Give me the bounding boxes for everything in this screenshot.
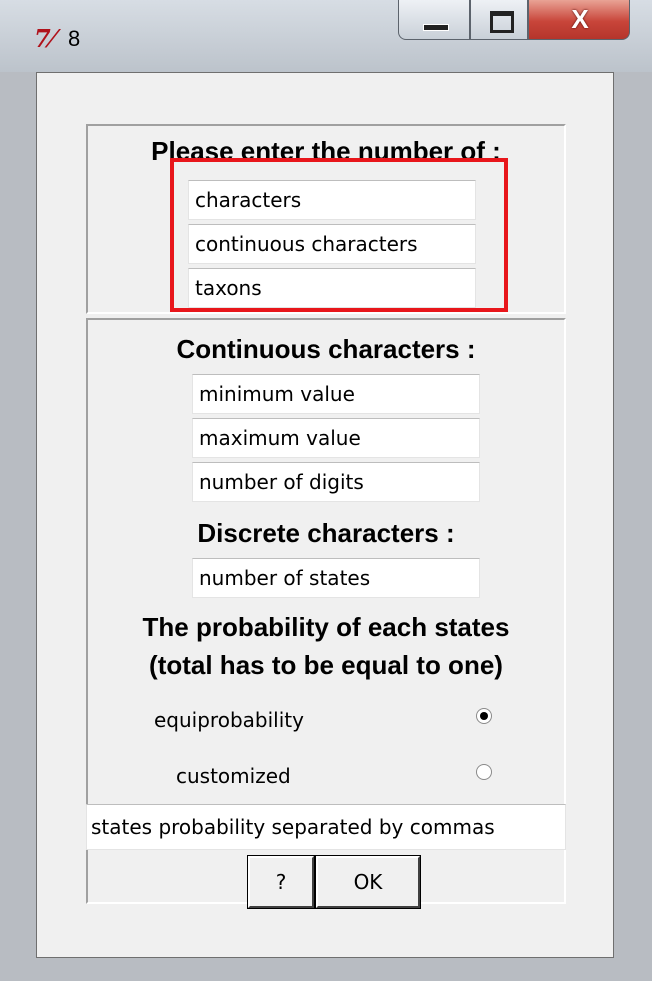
customized-radio[interactable] [476, 764, 492, 780]
probability-heading-line2: (total has to be equal to one) [149, 650, 503, 680]
taxons-input[interactable]: taxons [188, 268, 476, 308]
equiprobability-label: equiprobability [154, 708, 304, 732]
maximum-value-input[interactable]: maximum value [192, 418, 480, 458]
continuous-characters-input[interactable]: continuous characters [188, 224, 476, 264]
tk-feather-icon: 7⁄ [34, 24, 55, 53]
ok-button[interactable]: OK [315, 855, 421, 909]
maximize-icon [490, 11, 514, 33]
customized-label: customized [176, 764, 291, 788]
minimize-button[interactable] [398, 0, 470, 40]
number-of-states-input[interactable]: number of states [192, 558, 480, 598]
window-title: 8 [68, 26, 81, 51]
states-probability-input[interactable]: states probability separated by commas [86, 804, 566, 850]
window-controls: X [398, 0, 630, 42]
close-button[interactable]: X [528, 0, 630, 40]
app-window: 7⁄ 8 X Please enter the number of : char… [0, 0, 652, 981]
minimize-icon [423, 24, 449, 31]
count-heading: Please enter the number of : [151, 136, 501, 166]
minimum-value-input[interactable]: minimum value [192, 374, 480, 414]
close-icon: X [571, 4, 589, 34]
help-button[interactable]: ? [247, 855, 315, 909]
maximize-button[interactable] [470, 0, 528, 40]
discrete-heading: Discrete characters : [197, 518, 455, 548]
title-bar[interactable]: 7⁄ 8 X [0, 0, 652, 72]
equiprobability-radio[interactable] [476, 708, 492, 724]
characters-input[interactable]: characters [188, 180, 476, 220]
radio-selected-dot [480, 712, 488, 720]
continuous-heading: Continuous characters : [176, 334, 476, 364]
probability-heading-line1: The probability of each states [142, 612, 510, 642]
number-of-digits-input[interactable]: number of digits [192, 462, 480, 502]
